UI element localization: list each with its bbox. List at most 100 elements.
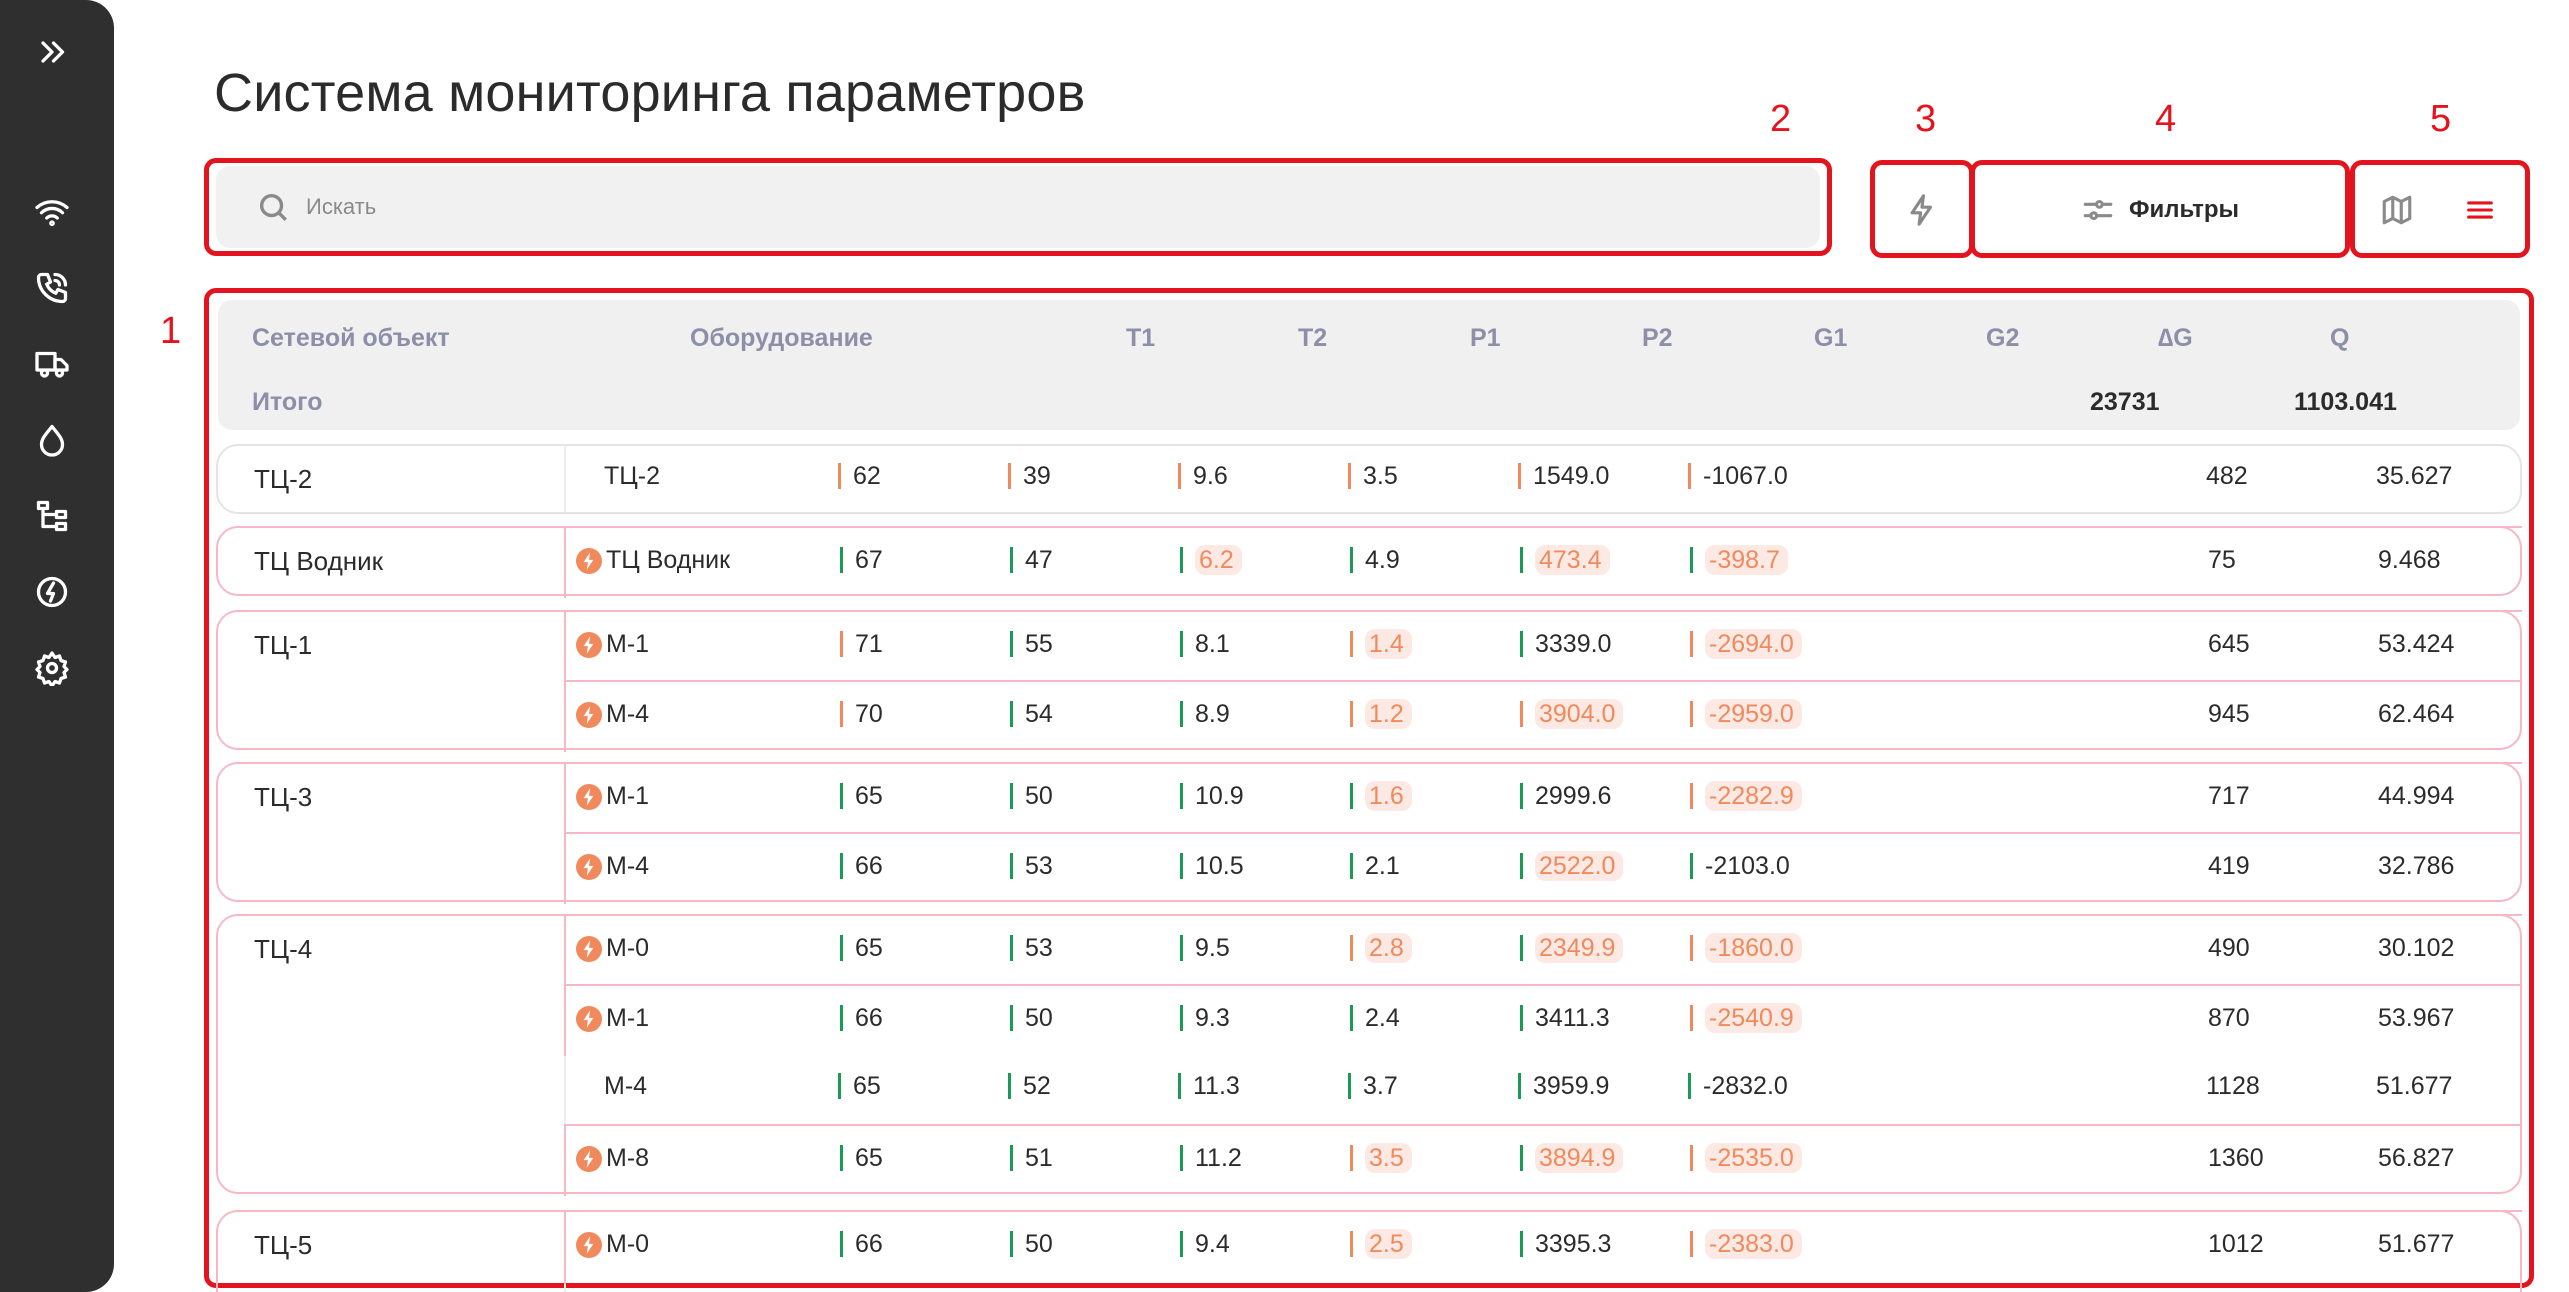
- cell-value: 50: [1025, 1004, 1053, 1032]
- table-row[interactable]: М-1 66 50 9.3 2.4 3411.3 -2540.9 870 53.967: [564, 984, 2522, 1056]
- status-marker: [1690, 853, 1693, 879]
- cell-value: -2540.9: [1705, 1003, 1802, 1033]
- cell-value: 3.7: [1363, 1072, 1398, 1100]
- col-equipment[interactable]: Оборудование: [690, 324, 873, 353]
- cell-value: 3411.3: [1535, 1004, 1610, 1032]
- status-marker: [1010, 547, 1013, 573]
- bolt-circle-icon[interactable]: [30, 570, 74, 614]
- cell-value: 65: [855, 1144, 883, 1172]
- status-marker: [1520, 547, 1523, 573]
- cell-value: 50: [1025, 1230, 1053, 1258]
- table-row[interactable]: ТЦ-2 62 39 9.6 3.5 1549.0 -1067.0 482 35.627: [564, 444, 2522, 516]
- status-marker: [1690, 783, 1693, 809]
- cell-value: 3.5: [1365, 1143, 1412, 1173]
- table-row[interactable]: М-1 71 55 8.1 1.4 3339.0 -2694.0 645 53.424: [564, 610, 2522, 682]
- equipment-name: ТЦ-2: [604, 462, 660, 490]
- truck-icon[interactable]: [30, 342, 74, 386]
- status-marker: [1178, 463, 1181, 489]
- cell-g1: 3894.9: [1520, 1143, 1624, 1173]
- alarm-bolt-icon: [576, 1232, 602, 1258]
- cell-dg: 645: [2208, 630, 2250, 658]
- status-marker: [1180, 701, 1183, 727]
- status-marker: [1008, 463, 1011, 489]
- equipment-name: М-8: [606, 1144, 650, 1172]
- col-g1[interactable]: G1: [1814, 324, 1847, 353]
- status-marker: [840, 783, 843, 809]
- phone-icon[interactable]: [30, 266, 74, 310]
- cell-value: 9.6: [1193, 462, 1228, 490]
- cell-t1: 65: [840, 782, 883, 811]
- cell-dg: 1360: [2208, 1144, 2264, 1172]
- cell-value: -1067.0: [1703, 462, 1788, 490]
- cell-g1: 2999.6: [1520, 782, 1611, 811]
- col-p2[interactable]: P2: [1642, 324, 1673, 353]
- cell-value: 53: [1025, 934, 1053, 962]
- equipment-name: М-4: [606, 852, 650, 880]
- expand-icon[interactable]: [30, 30, 74, 74]
- cell-p2: 2.8: [1350, 933, 1412, 963]
- col-t1[interactable]: T1: [1126, 324, 1155, 353]
- status-marker: [1180, 1145, 1183, 1171]
- cell-g2: -2383.0: [1690, 1229, 1802, 1259]
- col-g2[interactable]: G2: [1986, 324, 2019, 353]
- tree-icon[interactable]: [30, 494, 74, 538]
- status-marker: [1350, 547, 1353, 573]
- cell-g2: -2959.0: [1690, 699, 1802, 729]
- status-marker: [1520, 853, 1523, 879]
- status-marker: [1350, 853, 1353, 879]
- table-row[interactable]: М-0 65 53 9.5 2.8 2349.9 -1860.0 490 30.102: [564, 914, 2522, 986]
- col-q[interactable]: Q: [2330, 324, 2349, 353]
- cell-t2: 39: [1008, 462, 1051, 491]
- cell-dg: 75: [2208, 546, 2236, 574]
- page-title: Система мониторинга параметров: [214, 63, 1086, 123]
- cell-g1: 3395.3: [1520, 1230, 1611, 1259]
- table-header: Сетевой объект Оборудование T1 T2 P1 P2 …: [218, 300, 2520, 430]
- status-marker: [840, 1145, 843, 1171]
- cell-g1: 2522.0: [1520, 851, 1624, 881]
- cell-t2: 51: [1010, 1144, 1053, 1173]
- col-t2[interactable]: T2: [1298, 324, 1327, 353]
- equipment-name: М-0: [606, 1230, 650, 1258]
- status-marker: [1180, 783, 1183, 809]
- table-row[interactable]: М-4 66 53 10.5 2.1 2522.0 -2103.0 419 32.786: [564, 832, 2522, 904]
- col-network-object[interactable]: Сетевой объект: [252, 324, 450, 353]
- table-row[interactable]: ТЦ Водник 67 47 6.2 4.9 473.4 -398.7 75 9.468: [564, 526, 2522, 598]
- drop-icon[interactable]: [30, 418, 74, 462]
- status-marker: [1350, 935, 1353, 961]
- table-row[interactable]: М-1 65 50 10.9 1.6 2999.6 -2282.9 717 44.994: [564, 762, 2522, 834]
- cell-value: 66: [855, 852, 883, 880]
- status-marker: [1688, 463, 1691, 489]
- cell-t2: 53: [1010, 934, 1053, 963]
- status-marker: [1520, 701, 1523, 727]
- cell-value: 67: [855, 546, 883, 574]
- cell-p2: 4.9: [1350, 546, 1400, 575]
- table-row[interactable]: М-0 66 50 9.4 2.5 3395.3 -2383.0 1012 51.677: [564, 1210, 2522, 1284]
- status-marker: [840, 631, 843, 657]
- cell-dg: 945: [2208, 700, 2250, 728]
- cell-g2: -2103.0: [1690, 852, 1790, 881]
- cell-t1: 65: [840, 934, 883, 963]
- cell-value: -2694.0: [1705, 629, 1802, 659]
- cell-p1: 8.1: [1180, 630, 1230, 659]
- status-marker: [1690, 1231, 1693, 1257]
- status-marker: [1518, 463, 1521, 489]
- cell-t2: 55: [1010, 630, 1053, 659]
- table-row[interactable]: М-4 65 52 11.3 3.7 3959.9 -2832.0 1128 51.677: [564, 1054, 2522, 1126]
- status-marker: [1350, 1231, 1353, 1257]
- status-marker: [1008, 1073, 1011, 1099]
- status-marker: [1690, 1145, 1693, 1171]
- status-marker: [1688, 1073, 1691, 1099]
- table-row[interactable]: М-4 70 54 8.9 1.2 3904.0 -2959.0 945 62.464: [564, 680, 2522, 752]
- col-dg[interactable]: ∆G: [2158, 324, 2193, 353]
- cell-p2: 1.6: [1350, 781, 1412, 811]
- alarm-bolt-icon: [576, 1146, 602, 1172]
- status-marker: [840, 853, 843, 879]
- col-p1[interactable]: P1: [1470, 324, 1501, 353]
- cell-t2: 50: [1010, 1230, 1053, 1259]
- wifi-icon[interactable]: [30, 190, 74, 234]
- annotation-4: 4: [2155, 98, 2177, 140]
- table-group: ТЦ-1 М-1 71 55 8.1 1.4 3339.0 -2694.0 645 53.424 М…: [216, 610, 2522, 752]
- network-object-name: ТЦ-1: [254, 630, 313, 660]
- gear-icon[interactable]: [30, 646, 74, 690]
- table-row[interactable]: М-8 65 51 11.2 3.5 3894.9 -2535.0 1360 56.827: [564, 1124, 2522, 1196]
